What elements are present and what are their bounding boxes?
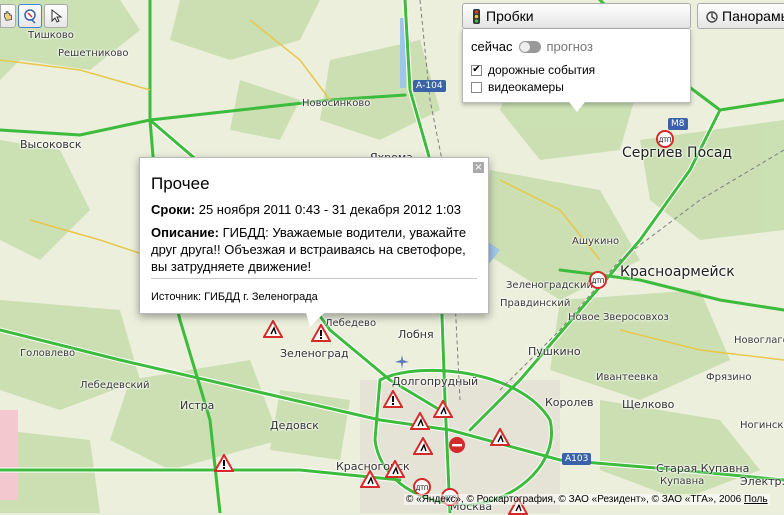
traffic-panel: сейчас прогноз ✔ дорожные события видеок… — [462, 29, 691, 112]
hand-tool-button[interactable] — [0, 4, 16, 28]
accident-marker[interactable]: ДТП — [655, 130, 675, 148]
place-label: Электр... — [740, 475, 784, 488]
option-label: дорожные события — [488, 63, 596, 77]
event-popup: × Прочее Сроки: 25 ноября 2011 0:43 - 31… — [139, 157, 489, 327]
roadwork-marker[interactable] — [413, 437, 433, 455]
roadwork-marker[interactable] — [490, 428, 510, 446]
place-label: Пушкино — [528, 345, 581, 358]
panel-tail — [569, 102, 585, 112]
roadwork-marker[interactable] — [410, 412, 430, 430]
popup-divider — [151, 278, 477, 279]
popup-source: Источник: ГИБДД г. Зеленограда — [151, 291, 318, 303]
place-label: Фрязино — [706, 372, 752, 383]
hand-icon — [4, 11, 12, 21]
accident-marker[interactable]: ДТП — [588, 271, 608, 289]
dates-value: 25 ноября 2011 0:43 - 31 декабря 2012 1:… — [195, 202, 461, 217]
road-shield: А-104 — [413, 80, 446, 92]
place-label: Долгопрудный — [392, 375, 479, 388]
description-label: Описание: — [151, 225, 219, 240]
place-label: Высоковск — [20, 138, 82, 151]
checkbox-checked[interactable]: ✔ — [471, 64, 482, 76]
place-label: Правдинский — [500, 298, 571, 309]
place-label: Старая Купавна — [656, 462, 750, 475]
place-label: Лебедевский — [80, 380, 150, 391]
place-label: Новосинково — [302, 98, 371, 109]
copyright: © «Яндекс», © Роскартография, © ЗАО «Рез… — [404, 494, 770, 505]
panorama-icon — [706, 9, 718, 23]
no-entry-marker[interactable] — [447, 436, 467, 454]
cameras-option[interactable]: видеокамеры — [471, 80, 564, 94]
place-label: Новое Зверосовхоз — [568, 312, 669, 323]
toggle-knob — [519, 41, 530, 52]
place-label: Решетниково — [58, 48, 129, 59]
now-label: сейчас — [471, 39, 513, 54]
road-shield: А103 — [562, 453, 592, 465]
cursor-icon — [51, 8, 63, 23]
place-label: Лебедево — [325, 318, 377, 329]
place-label: Лобня — [398, 328, 434, 341]
popup-title: Прочее — [151, 174, 210, 193]
place-label: Щелково — [622, 398, 675, 411]
svg-text:ДТП: ДТП — [592, 278, 605, 285]
mode-toggle[interactable] — [518, 40, 541, 53]
warning-marker[interactable] — [383, 390, 403, 408]
roadwork-marker[interactable] — [360, 470, 380, 488]
popup-dates: Сроки: 25 ноября 2011 0:43 - 31 декабря … — [151, 202, 461, 217]
road-events-option[interactable]: ✔ дорожные события — [471, 63, 595, 77]
roadwork-marker[interactable] — [385, 460, 405, 478]
close-icon[interactable]: × — [473, 162, 484, 173]
checkbox-unchecked[interactable] — [471, 81, 482, 93]
warning-marker[interactable] — [214, 454, 234, 472]
select-tool-button[interactable] — [44, 4, 68, 28]
popup-description: Описание: ГИБДД: Уважаемые водители, ува… — [151, 224, 481, 275]
option-label: видеокамеры — [488, 80, 564, 94]
panorama-button[interactable]: Панорамы — [697, 3, 784, 29]
roadwork-marker[interactable] — [263, 320, 283, 338]
traffic-light-icon — [473, 8, 480, 24]
copyright-text: © «Яндекс», © Роскартография, © ЗАО «Рез… — [406, 494, 742, 505]
place-label: Зеленоград — [280, 347, 349, 360]
svg-text:ДТП: ДТП — [416, 485, 429, 492]
terms-link[interactable]: Поль — [744, 494, 768, 505]
place-label: Ивантеевка — [596, 372, 659, 383]
place-label: Ашукино — [572, 236, 620, 247]
place-label: Дедовск — [270, 419, 319, 432]
airport-icon — [395, 354, 409, 369]
traffic-label: Пробки — [486, 8, 534, 24]
panorama-label: Панорамы — [722, 8, 784, 24]
road-shield: М8 — [668, 118, 688, 130]
roadwork-marker[interactable] — [433, 400, 453, 418]
forecast-label[interactable]: прогноз — [547, 39, 593, 54]
place-label: Королев — [545, 396, 594, 409]
place-label: Тишково — [28, 30, 74, 41]
place-label: Истра — [180, 399, 215, 412]
map-tools — [0, 4, 68, 28]
place-label: Головлево — [20, 348, 76, 359]
traffic-mode-row: сейчас прогноз — [471, 39, 593, 54]
place-label: Купавна — [660, 476, 705, 487]
place-label: Сергиев Посад — [622, 145, 733, 161]
dates-label: Сроки: — [151, 202, 196, 217]
place-label: Ногинско — [740, 420, 784, 431]
place-label: Красноармейск — [620, 264, 735, 280]
ruler-tool-button[interactable] — [18, 4, 42, 28]
place-label: Зеленоградский — [506, 280, 593, 291]
svg-text:ДТП: ДТП — [659, 137, 672, 144]
ruler-icon — [24, 9, 36, 24]
traffic-button[interactable]: Пробки — [462, 3, 691, 29]
popup-tail — [306, 313, 324, 327]
place-label: Новоглаголево — [734, 335, 784, 346]
